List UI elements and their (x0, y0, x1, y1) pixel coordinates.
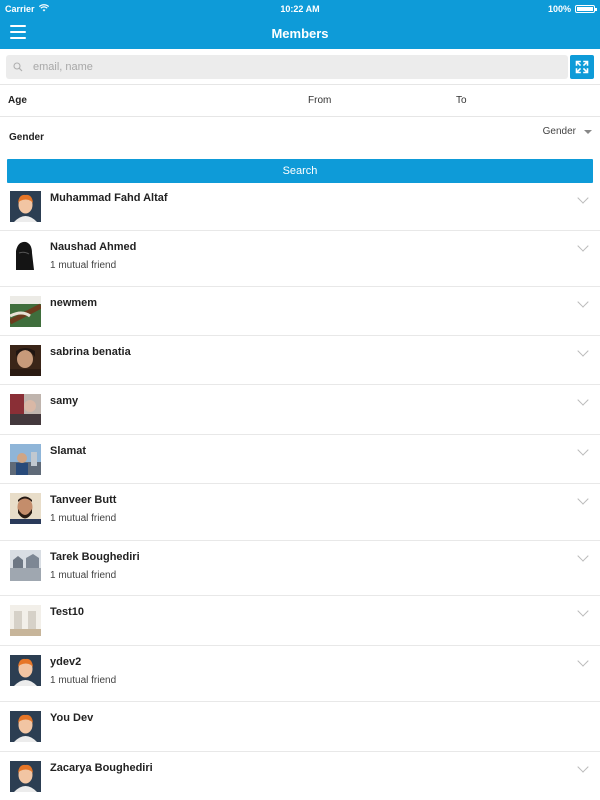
member-name[interactable]: Tanveer Butt (50, 494, 116, 506)
member-name[interactable]: ydev2 (50, 656, 81, 668)
search-icon (13, 62, 23, 72)
avatar[interactable] (10, 761, 41, 792)
hamburger-icon[interactable] (10, 25, 26, 39)
gender-select-value: Gender (542, 126, 576, 137)
member-name[interactable]: Zacarya Boughediri (50, 762, 153, 774)
gender-filter-row: Gender Gender (0, 117, 600, 157)
chevron-down-icon[interactable] (577, 605, 589, 617)
member-row[interactable]: Muhammad Fahd Altaf (0, 186, 600, 231)
age-filter-row: Age From To (0, 85, 600, 117)
avatar[interactable] (10, 239, 41, 270)
member-name[interactable]: samy (50, 395, 78, 407)
chevron-down-icon[interactable] (577, 761, 589, 773)
page-title: Members (271, 25, 329, 41)
chevron-down-icon[interactable] (577, 493, 589, 505)
chevron-down-icon[interactable] (577, 394, 589, 406)
member-row[interactable]: You Dev (0, 702, 600, 752)
status-bar: Carrier 10:22 AM 100% (0, 0, 600, 17)
member-row[interactable]: Test10 (0, 596, 600, 646)
member-name[interactable]: Muhammad Fahd Altaf (50, 192, 168, 204)
mutual-friends-label: 1 mutual friend (50, 513, 117, 524)
battery-percent: 100% (547, 3, 571, 14)
member-list: Muhammad Fahd Altaf Naushad Ahmed 1 mutual… (0, 186, 600, 800)
avatar[interactable] (10, 655, 41, 686)
carrier-label: Carrier (5, 3, 35, 14)
top-bar: Carrier 10:22 AM 100% Members (0, 0, 600, 49)
search-row (0, 49, 600, 85)
caret-down-icon (584, 129, 592, 134)
chevron-down-icon[interactable] (577, 550, 589, 562)
avatar[interactable] (10, 550, 41, 581)
member-row[interactable]: Slamat (0, 435, 600, 484)
member-row[interactable]: Tarek Boughediri 1 mutual friend (0, 541, 600, 596)
member-name[interactable]: sabrina benatia (50, 346, 131, 358)
member-name[interactable]: Tarek Boughediri (50, 551, 140, 563)
member-row[interactable]: sabrina benatia (0, 336, 600, 385)
chevron-down-icon[interactable] (577, 655, 589, 667)
avatar[interactable] (10, 394, 41, 425)
mutual-friends-label: 1 mutual friend (50, 675, 117, 686)
member-name[interactable]: Test10 (50, 606, 84, 618)
avatar[interactable] (10, 493, 41, 524)
member-name[interactable]: Naushad Ahmed (50, 241, 136, 253)
avatar[interactable] (10, 605, 41, 636)
expand-button[interactable] (570, 55, 594, 79)
chevron-down-icon[interactable] (577, 296, 589, 308)
age-to-field[interactable]: To (456, 95, 467, 106)
age-from-field[interactable]: From (308, 95, 331, 106)
search-button[interactable]: Search (7, 159, 593, 183)
avatar[interactable] (10, 191, 41, 222)
member-row[interactable]: newmem (0, 287, 600, 336)
chevron-down-icon[interactable] (577, 444, 589, 456)
mutual-friends-label: 1 mutual friend (50, 570, 117, 581)
member-name[interactable]: Slamat (50, 445, 86, 457)
chevron-down-icon[interactable] (577, 192, 589, 204)
member-row[interactable]: Tanveer Butt 1 mutual friend (0, 484, 600, 541)
member-row[interactable]: Naushad Ahmed 1 mutual friend (0, 231, 600, 287)
age-label: Age (8, 95, 27, 106)
chevron-down-icon[interactable] (577, 345, 589, 357)
member-name[interactable]: You Dev (50, 712, 93, 724)
gender-select[interactable]: Gender (543, 126, 592, 137)
member-name[interactable]: newmem (50, 297, 97, 309)
member-row[interactable]: Zacarya Boughediri (0, 752, 600, 800)
expand-icon (575, 60, 589, 74)
app-header: Members (0, 17, 600, 49)
chevron-down-icon[interactable] (577, 240, 589, 252)
avatar[interactable] (10, 711, 41, 742)
search-input[interactable] (33, 61, 568, 73)
gender-label: Gender (9, 131, 45, 143)
search-box[interactable] (6, 55, 568, 79)
member-row[interactable]: samy (0, 385, 600, 435)
avatar[interactable] (10, 296, 41, 327)
status-time: 10:22 AM (280, 3, 320, 14)
mutual-friends-label: 1 mutual friend (50, 260, 117, 271)
battery-icon (575, 4, 597, 13)
member-row[interactable]: ydev2 1 mutual friend (0, 646, 600, 702)
avatar[interactable] (10, 345, 41, 376)
wifi-icon (38, 3, 49, 14)
avatar[interactable] (10, 444, 41, 475)
